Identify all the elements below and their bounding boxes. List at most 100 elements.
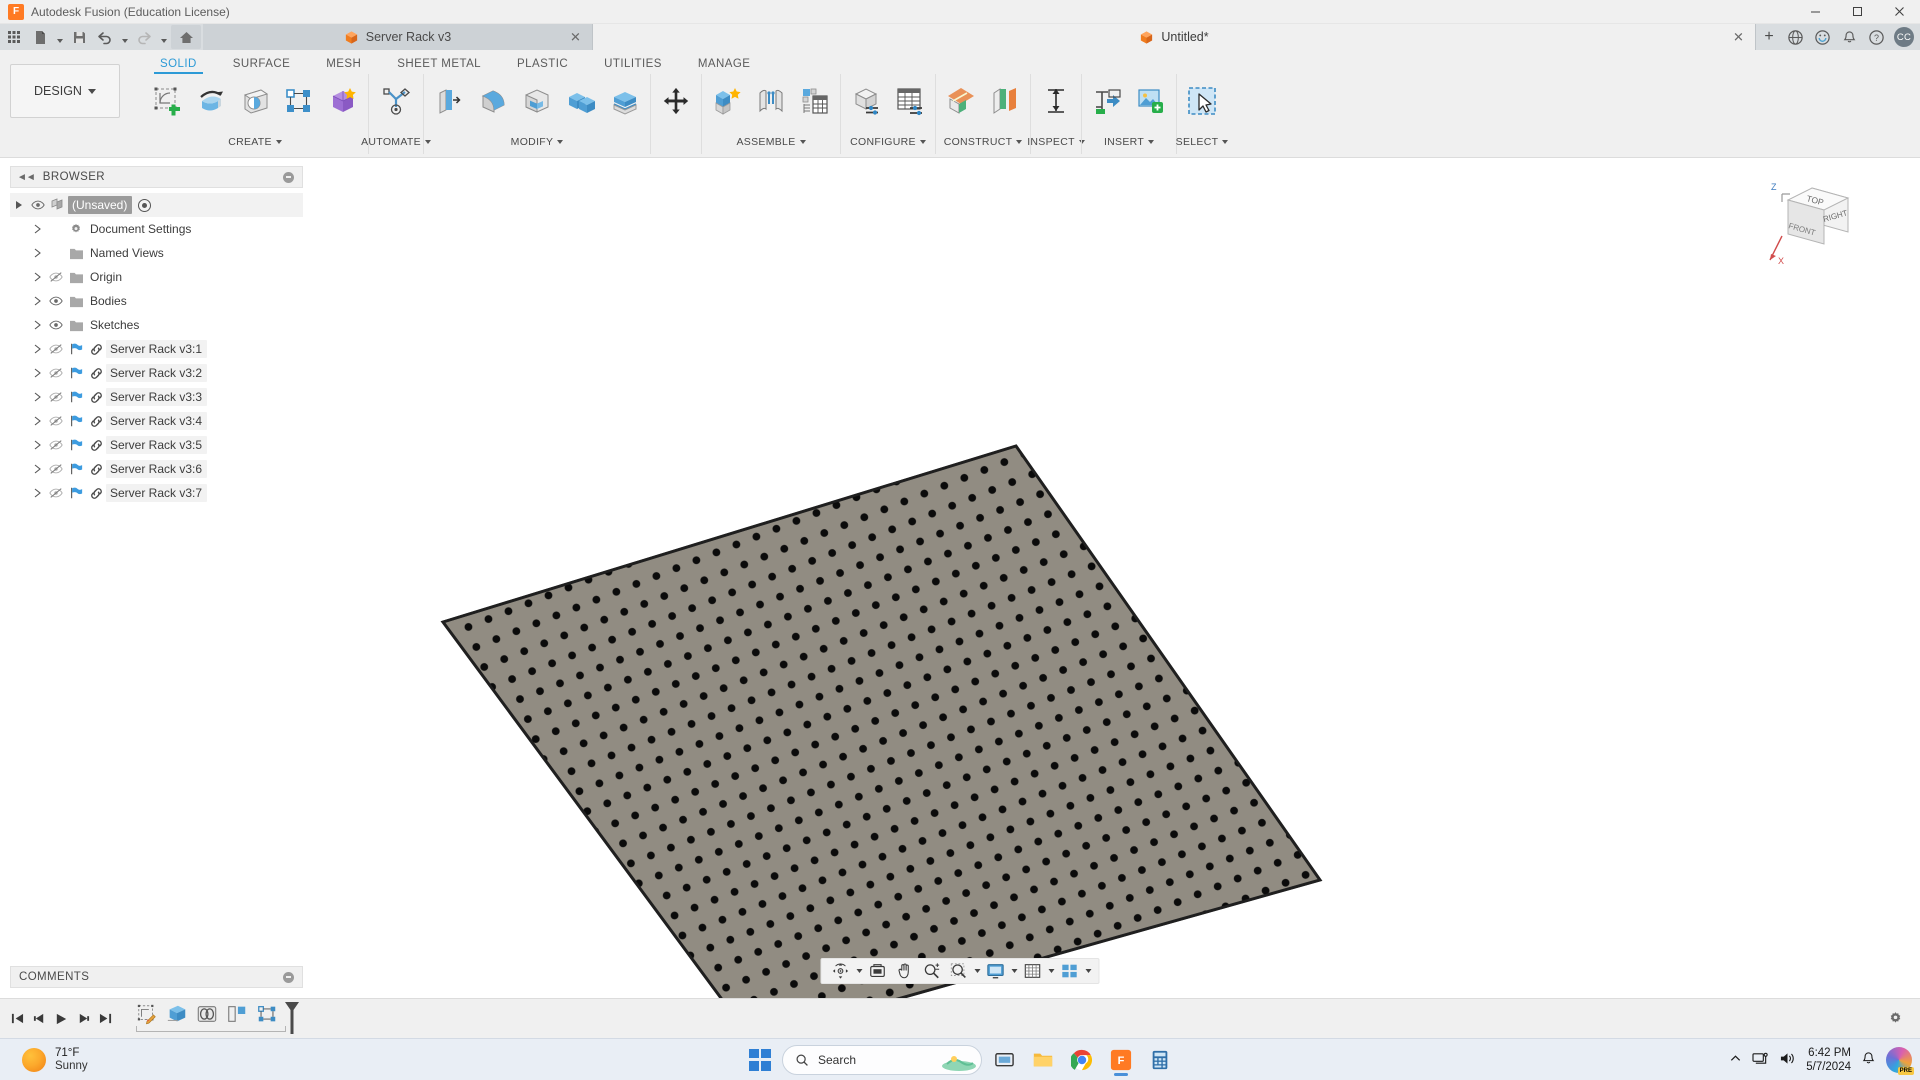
- expand-arrow-icon[interactable]: [28, 224, 46, 234]
- document-tab-server-rack[interactable]: Server Rack v3 ✕: [203, 24, 593, 50]
- expand-arrow-icon[interactable]: [28, 416, 46, 426]
- tree-node-named-views[interactable]: Named Views: [10, 241, 303, 265]
- play-icon[interactable]: [50, 1005, 72, 1033]
- mirror-feature-icon[interactable]: [224, 1001, 250, 1027]
- tree-node-origin[interactable]: Origin: [10, 265, 303, 289]
- copilot-icon[interactable]: [1886, 1046, 1914, 1075]
- display-settings-caret[interactable]: [1010, 969, 1019, 973]
- home-icon[interactable]: [171, 25, 201, 49]
- rectangular-pattern-feature-icon[interactable]: [194, 1001, 220, 1027]
- expand-arrow-icon[interactable]: [28, 344, 46, 354]
- ribbon-tab-solid[interactable]: SOLID: [142, 58, 215, 74]
- visibility-eye-icon[interactable]: [46, 295, 66, 307]
- measure-icon[interactable]: [1035, 78, 1077, 124]
- new-component-assemble-icon[interactable]: [706, 78, 748, 124]
- shell-icon[interactable]: [516, 78, 558, 124]
- joint-icon[interactable]: [750, 78, 792, 124]
- tree-node-unsaved[interactable]: (Unsaved): [10, 193, 303, 217]
- orbit-caret[interactable]: [855, 969, 864, 973]
- ribbon-panel-select-label[interactable]: SELECT: [1176, 136, 1229, 148]
- new-component-icon[interactable]: [322, 78, 364, 124]
- ribbon-panel-create-label[interactable]: CREATE: [228, 136, 282, 148]
- maximize-button[interactable]: [1836, 0, 1878, 24]
- insert-derive-icon[interactable]: [1086, 78, 1128, 124]
- go-to-end-icon[interactable]: [94, 1005, 116, 1033]
- pan-icon[interactable]: [892, 960, 918, 982]
- autodesk-fusion-icon[interactable]: F: [1104, 1043, 1138, 1077]
- viewports-icon[interactable]: [1057, 960, 1083, 982]
- file-explorer-icon[interactable]: [1026, 1043, 1060, 1077]
- tree-node-server-rack-4[interactable]: Server Rack v3:4: [10, 409, 303, 433]
- visibility-eye-off-icon[interactable]: [46, 391, 66, 403]
- ribbon-panel-modify-label[interactable]: MODIFY: [511, 136, 564, 148]
- ribbon-tab-manage[interactable]: MANAGE: [680, 58, 769, 74]
- move-copy-icon[interactable]: [655, 78, 697, 124]
- extrude-feature-icon[interactable]: [164, 1001, 190, 1027]
- comments-panel[interactable]: COMMENTS: [10, 966, 303, 988]
- new-document-caret[interactable]: [54, 25, 65, 49]
- expand-arrow-icon[interactable]: [28, 464, 46, 474]
- tree-node-server-rack-1[interactable]: Server Rack v3:1: [10, 337, 303, 361]
- ribbon-panel-automate-label[interactable]: AUTOMATE: [361, 136, 431, 148]
- avatar[interactable]: CC: [1894, 27, 1914, 47]
- visibility-eye-off-icon[interactable]: [46, 367, 66, 379]
- timeline-settings-icon[interactable]: [1884, 1008, 1906, 1030]
- pattern-icon[interactable]: [278, 78, 320, 124]
- ribbon-tab-mesh[interactable]: MESH: [308, 58, 379, 74]
- plane-through-icon[interactable]: [984, 78, 1026, 124]
- visibility-eye-off-icon[interactable]: [46, 487, 66, 499]
- panel-options-icon[interactable]: [283, 971, 294, 983]
- google-chrome-icon[interactable]: [1065, 1043, 1099, 1077]
- ribbon-tab-surface[interactable]: SURFACE: [215, 58, 308, 74]
- expand-arrow-icon[interactable]: [28, 392, 46, 402]
- ribbon-panel-construct-label[interactable]: CONSTRUCT: [944, 136, 1023, 148]
- tree-node-server-rack-3[interactable]: Server Rack v3:3: [10, 385, 303, 409]
- save-icon[interactable]: [67, 25, 91, 49]
- close-button[interactable]: [1878, 0, 1920, 24]
- tree-node-server-rack-5[interactable]: Server Rack v3:5: [10, 433, 303, 457]
- cylinder-icon[interactable]: [234, 78, 276, 124]
- notifications-icon[interactable]: [1809, 24, 1835, 50]
- automate-icon[interactable]: [373, 78, 419, 124]
- taskbar-clock[interactable]: 6:42 PM 5/7/2024: [1806, 1046, 1851, 1074]
- panel-options-icon[interactable]: [283, 171, 294, 183]
- offset-plane-icon[interactable]: [940, 78, 982, 124]
- bell-icon[interactable]: [1861, 1051, 1876, 1069]
- search-input[interactable]: Search: [782, 1044, 982, 1075]
- show-hidden-icons-icon[interactable]: [1729, 1052, 1742, 1068]
- expand-arrow-icon[interactable]: [10, 200, 28, 210]
- visibility-eye-off-icon[interactable]: [46, 415, 66, 427]
- network-icon[interactable]: [1752, 1051, 1769, 1069]
- ribbon-panel-insert-label[interactable]: INSERT: [1104, 136, 1155, 148]
- joint-origin-icon[interactable]: [794, 78, 836, 124]
- document-tab-untitled[interactable]: Untitled* ✕: [593, 24, 1756, 50]
- expand-arrow-icon[interactable]: [28, 488, 46, 498]
- ribbon-panel-assemble-label[interactable]: ASSEMBLE: [736, 136, 806, 148]
- task-view-icon[interactable]: [987, 1043, 1021, 1077]
- combine-icon[interactable]: [560, 78, 602, 124]
- orbit-icon[interactable]: [828, 960, 854, 982]
- calculator-icon[interactable]: [1143, 1043, 1177, 1077]
- zoom-window-icon[interactable]: [946, 960, 972, 982]
- tree-node-bodies[interactable]: Bodies: [10, 289, 303, 313]
- document-tab-close-icon[interactable]: ✕: [569, 31, 582, 44]
- visibility-eye-off-icon[interactable]: [46, 271, 66, 283]
- expand-arrow-icon[interactable]: [28, 440, 46, 450]
- expand-arrow-icon[interactable]: [28, 296, 46, 306]
- ribbon-tab-utilities[interactable]: UTILITIES: [586, 58, 680, 74]
- taskbar-weather-widget[interactable]: 71°F Sunny: [0, 1047, 88, 1073]
- undo-icon[interactable]: [93, 25, 117, 49]
- configuration-table-icon[interactable]: [889, 78, 931, 124]
- look-at-icon[interactable]: [865, 960, 891, 982]
- new-tab-button[interactable]: +: [1756, 24, 1782, 50]
- grid-snaps-caret[interactable]: [1047, 969, 1056, 973]
- redo-caret[interactable]: [158, 25, 169, 49]
- sketch-feature-icon[interactable]: [134, 1001, 160, 1027]
- apps-grid-icon[interactable]: [2, 25, 26, 49]
- offset-face-icon[interactable]: [604, 78, 646, 124]
- component-feature-icon[interactable]: [254, 1001, 280, 1027]
- tree-node-server-rack-7[interactable]: Server Rack v3:7: [10, 481, 303, 505]
- activate-component-radio[interactable]: [138, 198, 152, 212]
- volume-icon[interactable]: [1779, 1051, 1796, 1069]
- expand-arrow-icon[interactable]: [28, 272, 46, 282]
